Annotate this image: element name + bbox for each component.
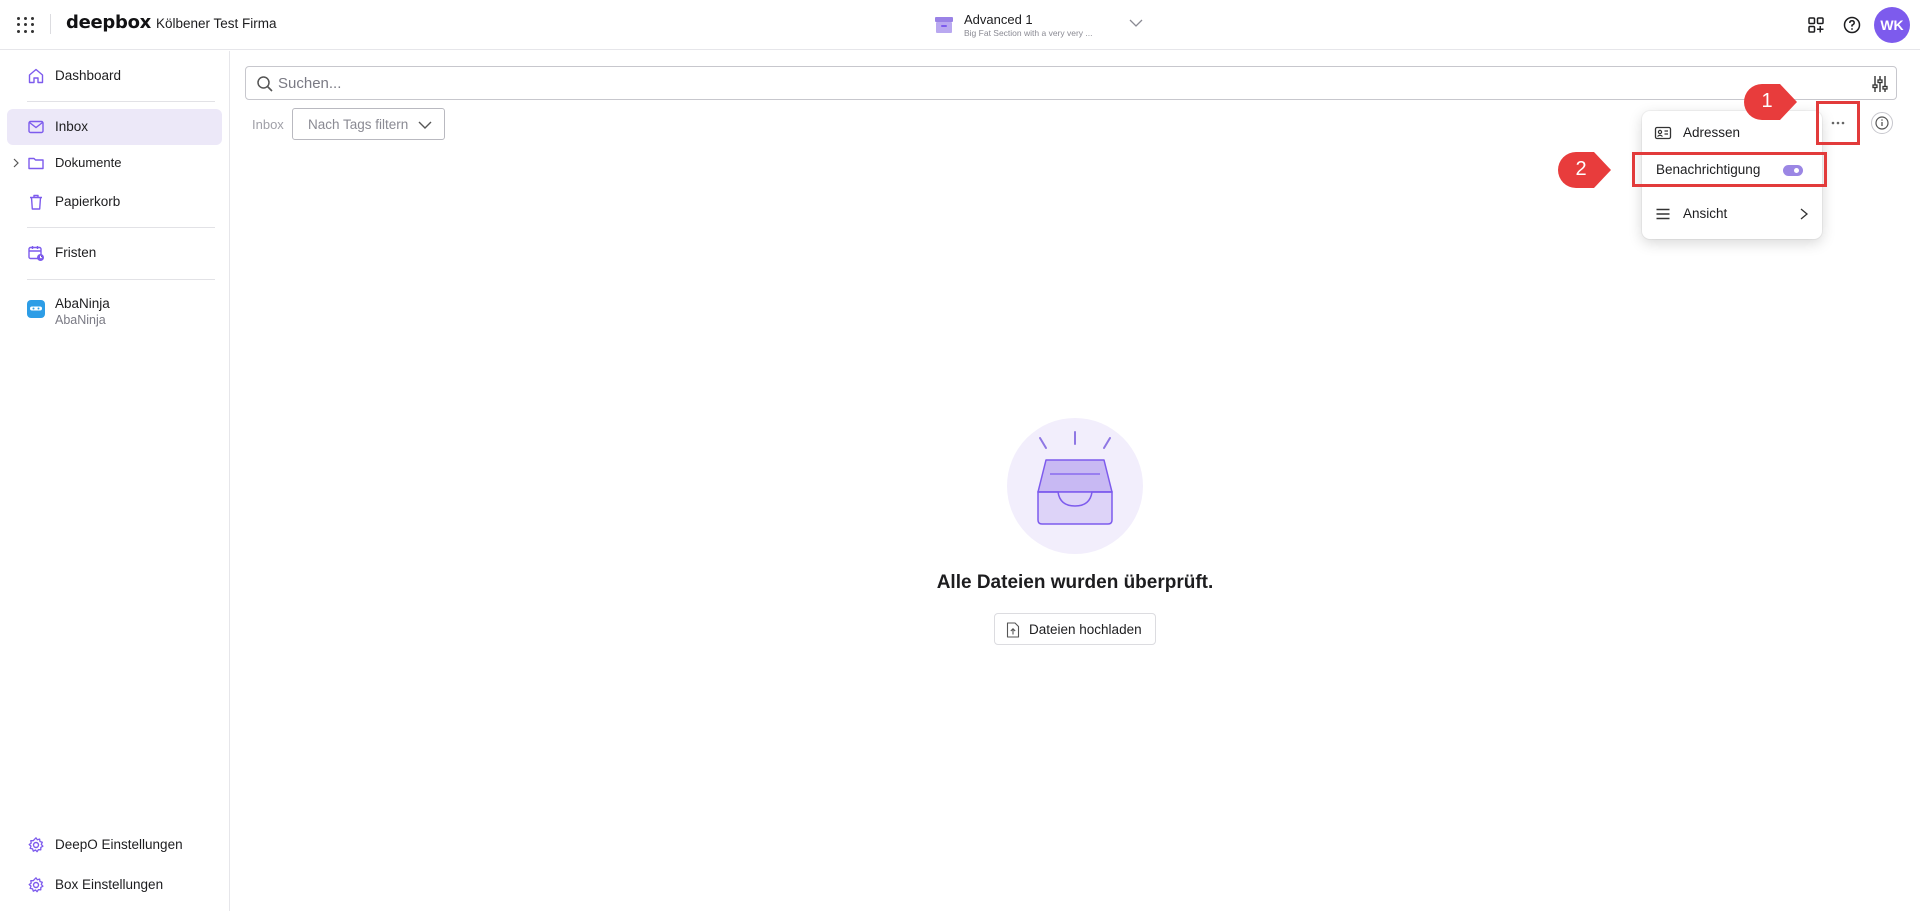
sidebar-item-label: Fristen: [55, 245, 97, 260]
sidebar-item-label: Papierkorb: [55, 194, 121, 209]
folder-icon: [28, 157, 44, 170]
gear-icon: [28, 877, 44, 893]
add-widget-icon[interactable]: [1806, 15, 1826, 35]
highlight-notification-item: [1632, 152, 1827, 187]
help-icon[interactable]: [1842, 15, 1862, 35]
highlight-more-button: [1816, 101, 1860, 145]
search-icon: [257, 76, 273, 92]
home-icon: [28, 68, 44, 84]
sidebar: Dashboard Inbox Dokumente Papierkorb Fri…: [0, 51, 230, 911]
chevron-right-icon[interactable]: [11, 157, 21, 169]
sidebar-item-label: AbaNinja: [55, 296, 110, 311]
sidebar-item-label: Dokumente: [55, 155, 122, 170]
box-title: Advanced 1: [964, 12, 1033, 27]
sidebar-item-dokumente[interactable]: Dokumente: [7, 145, 222, 181]
sidebar-divider: [27, 227, 215, 228]
sidebar-item-inbox[interactable]: Inbox: [7, 109, 222, 145]
sidebar-item-label: Box Einstellungen: [55, 877, 164, 892]
callout-number-1: 1: [1761, 90, 1773, 112]
box-subtitle: Big Fat Section with a very very ...: [964, 28, 1093, 38]
box-selector[interactable]: Advanced 1 Big Fat Section with a very v…: [934, 10, 1146, 42]
mail-icon: [28, 120, 44, 134]
filter-sliders-icon[interactable]: [1870, 74, 1890, 94]
user-avatar[interactable]: WK: [1874, 7, 1910, 43]
sidebar-item-dashboard[interactable]: Dashboard: [7, 58, 222, 94]
box-archive-icon: [935, 17, 953, 33]
menu-item-label: Ansicht: [1683, 206, 1728, 221]
tags-filter-label: Nach Tags filtern: [308, 117, 409, 132]
file-upload-icon: [1006, 622, 1020, 638]
menu-item-label: Adressen: [1683, 125, 1741, 140]
search-input[interactable]: [278, 72, 1838, 94]
upload-files-label: Dateien hochladen: [1029, 622, 1142, 637]
chevron-down-icon: [418, 121, 432, 129]
gear-icon: [28, 837, 44, 853]
sidebar-item-abaninja[interactable]: AbaNinja AbaNinja: [7, 286, 222, 332]
deepbox-logo[interactable]: deepbox: [66, 12, 151, 33]
chevron-right-icon: [1800, 208, 1809, 220]
trash-icon: [30, 194, 42, 210]
app-launcher-icon[interactable]: [14, 14, 36, 36]
menu-item-ansicht[interactable]: Ansicht: [1642, 197, 1822, 231]
tags-filter-select[interactable]: Nach Tags filtern: [292, 108, 445, 140]
sidebar-item-label: Inbox: [55, 119, 89, 134]
empty-inbox-illustration: [1007, 418, 1143, 554]
sidebar-item-papierkorb[interactable]: Papierkorb: [7, 184, 222, 220]
address-card-icon: [1654, 126, 1672, 140]
sidebar-item-box-einstellungen[interactable]: Box Einstellungen: [7, 867, 222, 903]
company-name[interactable]: Kölbener Test Firma: [156, 16, 277, 31]
breadcrumb: Inbox: [252, 117, 284, 132]
calendar-clock-icon: [28, 246, 44, 261]
topbar-divider: [50, 14, 51, 34]
sidebar-item-label: Dashboard: [55, 68, 122, 83]
upload-files-button[interactable]: Dateien hochladen: [994, 613, 1156, 645]
sidebar-item-sublabel: AbaNinja: [55, 313, 106, 327]
sidebar-item-label: DeepO Einstellungen: [55, 837, 183, 852]
sidebar-divider: [27, 101, 215, 102]
sidebar-divider: [27, 279, 215, 280]
top-bar: deepbox Kölbener Test Firma Advanced 1 B…: [0, 0, 1920, 50]
info-icon[interactable]: [1870, 111, 1894, 135]
search-bar: [245, 66, 1897, 100]
list-icon: [1656, 208, 1670, 220]
callout-number-2: 2: [1575, 158, 1587, 180]
sidebar-item-deepo-einstellungen[interactable]: DeepO Einstellungen: [7, 827, 222, 863]
chevron-down-icon: [1129, 19, 1143, 27]
abaninja-icon: [27, 300, 45, 318]
empty-state-title: Alle Dateien wurden überprüft.: [936, 572, 1214, 593]
sidebar-item-fristen[interactable]: Fristen: [7, 235, 222, 271]
